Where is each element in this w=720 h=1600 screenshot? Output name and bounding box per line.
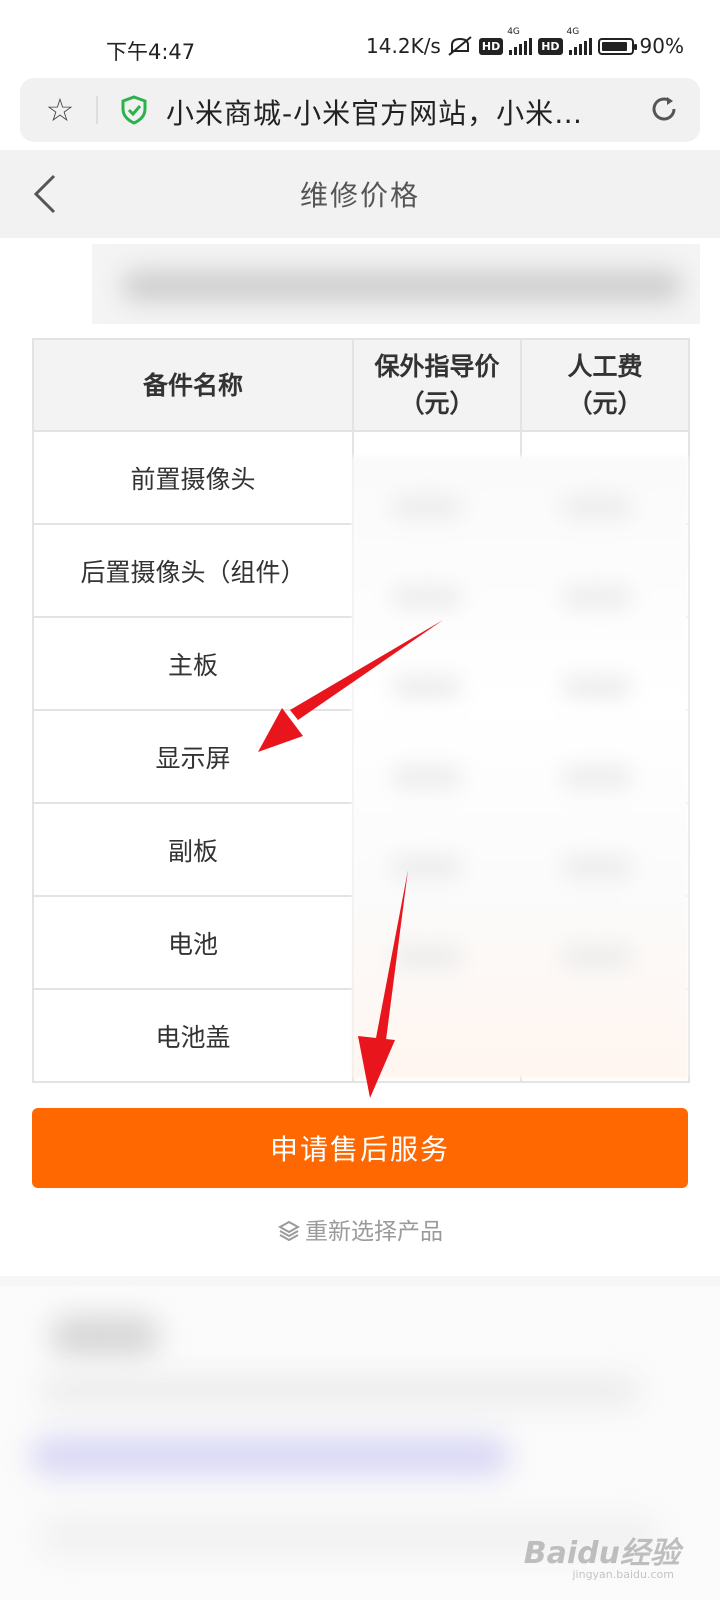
signal-icon: 4G xyxy=(507,27,533,55)
page-header: 维修价格 xyxy=(0,150,720,238)
star-icon[interactable]: ☆ xyxy=(42,92,78,128)
blurred-banner xyxy=(92,244,700,324)
header-part-name: 备件名称 xyxy=(32,338,354,432)
status-bar: 下午4:47 14.2K/s HD 4G HD 4G 90% xyxy=(0,0,720,76)
url-title[interactable]: 小米商城-小米官方网站，小米… xyxy=(166,92,583,132)
hd-badge: HD xyxy=(478,37,504,55)
shield-icon xyxy=(121,95,147,125)
status-time: 下午4:47 xyxy=(106,40,196,64)
part-name-cell: 前置摄像头 xyxy=(32,430,354,525)
blurred-prices xyxy=(352,456,688,1078)
hd-badge-2: HD xyxy=(538,37,563,55)
reselect-product-link[interactable]: 重新选择产品 xyxy=(0,1212,720,1246)
header-price: 保外指导价 （元） xyxy=(352,338,522,432)
part-name-cell: 电池盖 xyxy=(32,988,354,1083)
page-title: 维修价格 xyxy=(299,179,420,212)
battery-icon xyxy=(597,37,637,55)
url-divider xyxy=(96,96,98,124)
section-divider xyxy=(0,1276,720,1286)
header-labor: 人工费 （元） xyxy=(520,338,690,432)
reload-icon[interactable] xyxy=(648,93,680,125)
part-name-cell: 主板 xyxy=(32,616,354,711)
network-speed: 14.2K/s xyxy=(366,34,441,58)
part-name-cell: 电池 xyxy=(32,895,354,990)
table-header-row: 备件名称 保外指导价 （元） 人工费 （元） xyxy=(32,338,690,432)
apply-service-button[interactable]: 申请售后服务 xyxy=(32,1108,688,1188)
status-icons: 14.2K/s HD 4G HD 4G 90% xyxy=(366,27,684,58)
part-name-cell: 显示屏 xyxy=(32,709,354,804)
signal-icon-2: 4G xyxy=(567,27,592,55)
watermark-url: jingyan.baidu.com xyxy=(572,1568,674,1581)
layers-icon xyxy=(277,1220,301,1242)
watermark-logo: Baidu经验 xyxy=(523,1536,680,1571)
part-name-cell: 后置摄像头（组件） xyxy=(32,523,354,618)
battery-text: 90% xyxy=(639,34,684,58)
part-name-cell: 副板 xyxy=(32,802,354,897)
mute-icon xyxy=(448,36,472,56)
url-bar[interactable]: ☆ 小米商城-小米官方网站，小米… xyxy=(20,78,700,142)
